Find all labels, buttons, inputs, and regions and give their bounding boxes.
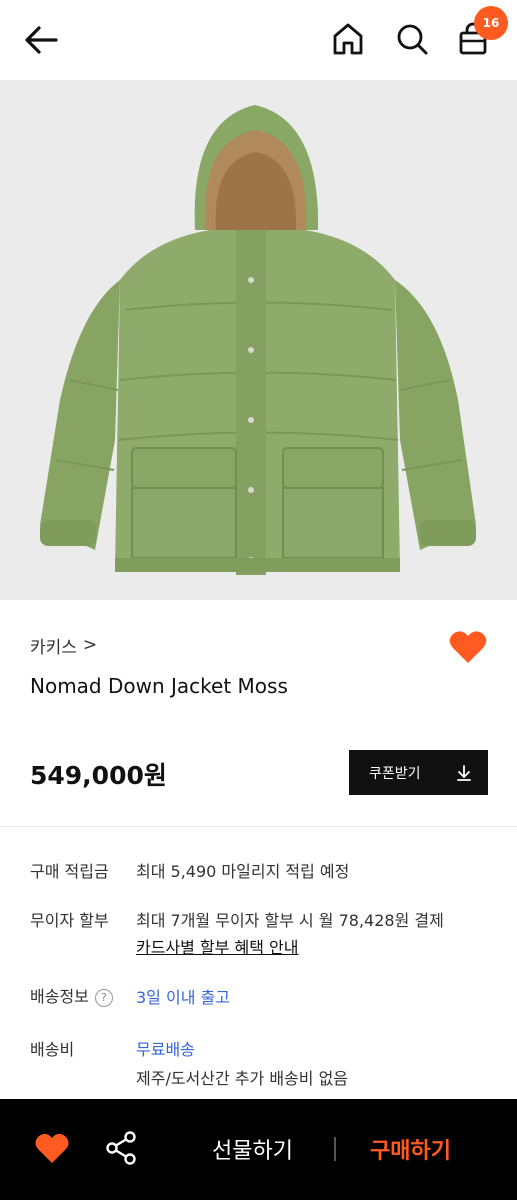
shipping-info-label: 배송정보? <box>30 983 113 1007</box>
shipping-fee-note: 제주/도서산간 추가 배송비 없음 <box>136 1069 349 1088</box>
coupon-button[interactable]: 쿠폰받기 <box>349 750 488 795</box>
shipping-fee-label: 배송비 <box>30 1040 75 1059</box>
points-label: 구매 적립금 <box>30 862 109 881</box>
installment-label: 무이자 할부 <box>30 911 109 930</box>
heart-icon[interactable] <box>34 1131 70 1165</box>
bottom-action-bar: 선물하기 구매하기 <box>0 1099 517 1200</box>
back-arrow-icon[interactable] <box>22 22 60 58</box>
jacket-illustration <box>40 105 476 575</box>
shipping-fee-value: 무료배송 <box>136 1040 195 1059</box>
installment-benefit-link[interactable]: 카드사별 할부 혜택 안내 <box>136 934 298 958</box>
search-icon[interactable] <box>394 20 430 58</box>
share-icon[interactable] <box>104 1130 138 1166</box>
gift-button[interactable]: 선물하기 <box>212 1133 293 1165</box>
section-divider <box>0 826 517 827</box>
buy-button[interactable]: 구매하기 <box>370 1133 451 1165</box>
shipping-info-label-text: 배송정보 <box>30 987 89 1006</box>
shipping-info-value[interactable]: 3일 이내 출고 <box>136 984 230 1008</box>
installment-value: 최대 7개월 무이자 할부 시 월 78,428원 결제 <box>136 911 444 930</box>
top-bar: 16 <box>0 0 517 80</box>
download-icon <box>457 765 471 781</box>
brand-link[interactable]: 카키스 > <box>30 632 97 658</box>
heart-icon[interactable] <box>448 628 488 666</box>
product-title: Nomad Down Jacket Moss <box>30 674 288 698</box>
brand-name: 카키스 <box>30 637 77 658</box>
product-price: 549,000원 <box>30 761 167 790</box>
product-image[interactable] <box>0 80 517 600</box>
coupon-label: 쿠폰받기 <box>369 765 421 782</box>
chevron-right-icon: > <box>82 635 98 655</box>
points-value: 최대 5,490 마일리지 적립 예정 <box>136 862 350 881</box>
cart-count-badge: 16 <box>474 6 508 40</box>
button-separator <box>334 1137 336 1161</box>
help-icon[interactable]: ? <box>94 988 113 1007</box>
home-icon[interactable] <box>330 20 366 58</box>
